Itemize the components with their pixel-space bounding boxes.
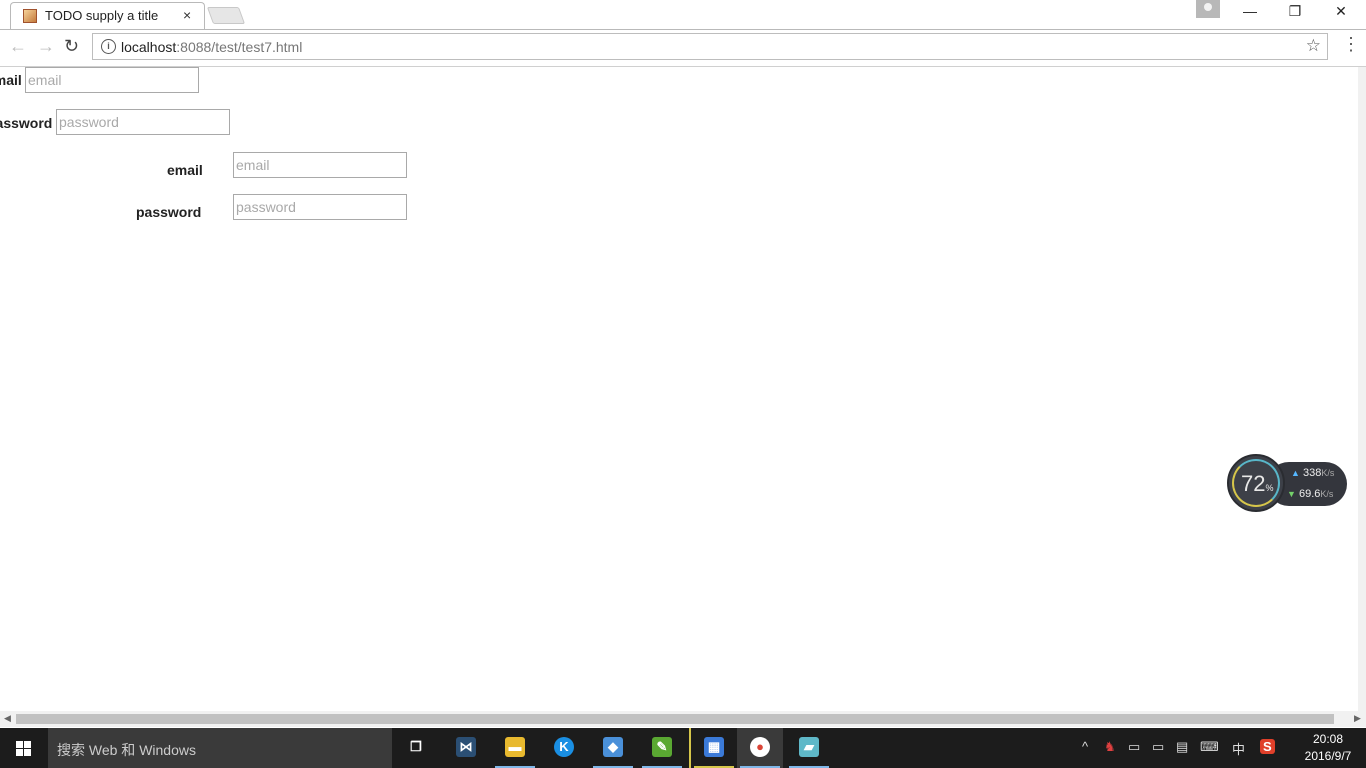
- download-speed-unit: K/s: [1320, 489, 1334, 499]
- keyboard-icon[interactable]: ⌨: [1200, 739, 1219, 755]
- qq-icon[interactable]: ♞: [1104, 739, 1116, 755]
- clock-time: 20:08: [1312, 732, 1344, 746]
- sogou-input-icon[interactable]: S: [1260, 739, 1275, 754]
- form2-email-input[interactable]: [233, 152, 407, 178]
- form1-email-label: email: [0, 72, 22, 88]
- usage-percent: 72%: [1241, 471, 1274, 497]
- form2-password-input[interactable]: [233, 194, 407, 220]
- url-path: :8088/test/test7.html: [176, 39, 303, 55]
- upload-speed-unit: K/s: [1321, 468, 1335, 478]
- tray-overflow-icon[interactable]: ^: [1082, 739, 1088, 754]
- browser-tab[interactable]: TODO supply a title ×: [10, 2, 205, 29]
- chrome-icon: ●: [750, 737, 770, 757]
- upload-arrow-icon: ▲: [1291, 468, 1300, 478]
- back-arrow-icon[interactable]: ←: [9, 36, 27, 57]
- form2-email-label: email: [167, 162, 203, 178]
- usage-percent-unit: %: [1265, 483, 1274, 493]
- taskbar-clock[interactable]: 20:08 2016/9/7: [1303, 731, 1353, 765]
- url-text[interactable]: localhost:8088/test/test7.html: [121, 39, 302, 55]
- reload-icon[interactable]: ↻: [64, 36, 79, 57]
- ime-indicator[interactable]: 中: [1232, 739, 1245, 758]
- app-window-icon: ▦: [704, 737, 724, 757]
- chrome-button[interactable]: ●: [737, 728, 783, 768]
- tab-close-icon[interactable]: ×: [183, 7, 191, 23]
- site-info-icon[interactable]: i: [101, 39, 116, 54]
- start-button[interactable]: [0, 728, 48, 768]
- page-content: email password email password: [0, 67, 1366, 711]
- vertical-scrollbar[interactable]: [1358, 67, 1366, 711]
- clock-date: 2016/9/7: [1304, 749, 1352, 763]
- new-tab-button[interactable]: [206, 7, 246, 24]
- virtualbox-button[interactable]: ◆: [590, 728, 636, 768]
- kugou-icon: K: [554, 737, 574, 757]
- app-window-button[interactable]: ▦: [689, 728, 739, 768]
- browser-toolbar: ← → ↻ i localhost:8088/test/test7.html ☆…: [0, 30, 1366, 67]
- form2-password-label: password: [136, 204, 202, 220]
- form1-password-input[interactable]: [56, 109, 230, 135]
- form1-password-label: password: [0, 115, 53, 131]
- windows-taskbar: 搜索 Web 和 Windows ❐ ⋈ ▬ K ◆ ✎ ▦ ● ▰ ^ ♞ ▭…: [0, 728, 1366, 768]
- profile-avatar-icon[interactable]: [1196, 0, 1220, 18]
- horizontal-scrollbar[interactable]: ◀ ▶: [0, 711, 1366, 727]
- virtualbox-icon: ◆: [603, 737, 623, 757]
- battery-icon[interactable]: ▭: [1152, 739, 1164, 755]
- scroll-left-arrow-icon[interactable]: ◀: [4, 713, 11, 724]
- close-window-button[interactable]: ✕: [1318, 3, 1364, 20]
- visual-studio-button[interactable]: ⋈: [443, 728, 489, 768]
- scrollbar-thumb[interactable]: [16, 714, 1334, 724]
- folder-icon: ▬: [505, 737, 525, 757]
- upload-speed: ▲ 338K/s: [1291, 467, 1334, 479]
- search-placeholder: 搜索 Web 和 Windows: [57, 742, 196, 758]
- action-center-icon[interactable]: ▤: [1176, 739, 1188, 755]
- minimize-button[interactable]: —: [1227, 3, 1273, 19]
- usage-gauge: 72%: [1227, 454, 1285, 512]
- network-icon[interactable]: ▭: [1128, 739, 1140, 755]
- notes-button[interactable]: ▰: [786, 728, 832, 768]
- address-bar[interactable]: i localhost:8088/test/test7.html ☆: [92, 33, 1328, 60]
- forward-arrow-icon[interactable]: →: [37, 36, 55, 57]
- download-speed: ▼ 69.6K/s: [1287, 488, 1333, 500]
- task-view-icon: ❐: [410, 739, 422, 754]
- upload-speed-value: 338: [1302, 467, 1322, 479]
- file-explorer-button[interactable]: ▬: [492, 728, 538, 768]
- usage-percent-value: 72: [1241, 471, 1266, 496]
- tab-title: TODO supply a title: [45, 8, 159, 23]
- form1-email-input[interactable]: [25, 67, 199, 93]
- visual-studio-icon: ⋈: [456, 737, 476, 757]
- kugou-button[interactable]: K: [541, 728, 587, 768]
- evernote-icon: ✎: [652, 737, 672, 757]
- download-arrow-icon: ▼: [1287, 489, 1296, 499]
- browser-menu-icon[interactable]: ⋮: [1342, 34, 1360, 55]
- system-monitor-widget[interactable]: 72% ▲ 338K/s ▼ 69.6K/s: [1227, 454, 1347, 514]
- bookmark-star-icon[interactable]: ☆: [1306, 36, 1321, 56]
- task-view-button[interactable]: ❐: [393, 728, 439, 768]
- browser-titlebar: TODO supply a title × — ❐ ✕: [0, 0, 1366, 30]
- page-favicon-icon: [23, 9, 37, 23]
- scroll-right-arrow-icon[interactable]: ▶: [1354, 713, 1361, 724]
- evernote-button[interactable]: ✎: [639, 728, 685, 768]
- taskbar-search-box[interactable]: 搜索 Web 和 Windows: [48, 728, 392, 768]
- windows-logo-icon: [16, 741, 32, 756]
- download-speed-value: 69.6: [1298, 488, 1321, 500]
- notes-icon: ▰: [799, 737, 819, 757]
- url-host: localhost: [121, 39, 177, 55]
- restore-button[interactable]: ❐: [1272, 3, 1318, 20]
